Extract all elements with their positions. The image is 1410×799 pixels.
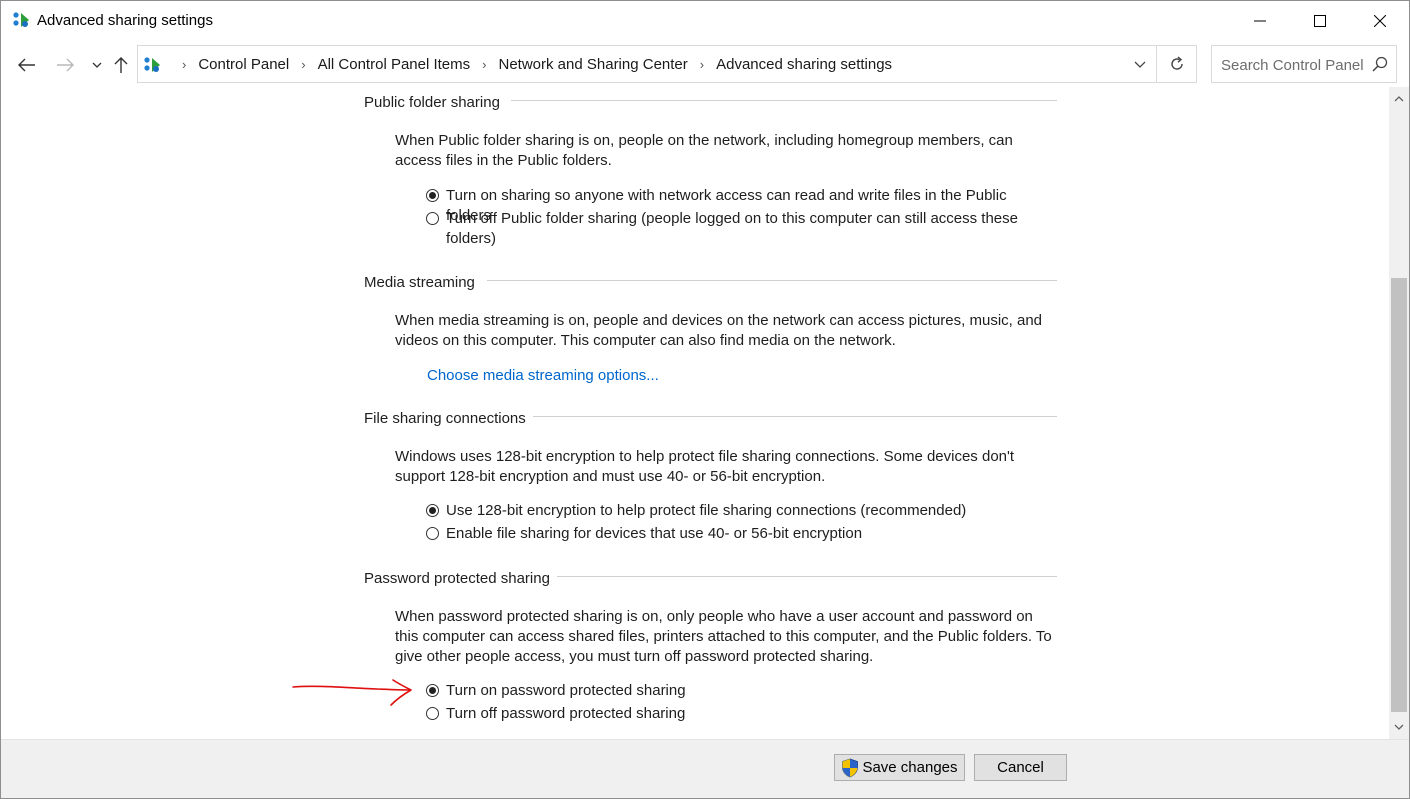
file-sharing-description: Windows uses 128-bit encryption to help …: [395, 448, 1015, 485]
scrollbar-thumb[interactable]: [1391, 278, 1407, 712]
network-icon: [13, 12, 29, 27]
radio-button-checked[interactable]: [426, 684, 439, 697]
cancel-button[interactable]: Cancel: [974, 754, 1067, 781]
radio-label[interactable]: Turn on password protected sharing: [446, 681, 1051, 701]
chevron-right-icon[interactable]: ›: [482, 57, 486, 72]
cancel-label: Cancel: [997, 759, 1044, 776]
search-icon[interactable]: [1372, 56, 1388, 72]
shield-icon: [842, 758, 859, 777]
back-arrow-icon: [18, 58, 35, 72]
section-heading-file-sharing: File sharing connections: [364, 410, 526, 427]
radio-password-sharing-on[interactable]: Turn on password protected sharing: [426, 681, 1051, 701]
close-icon: [1374, 15, 1386, 27]
up-arrow-icon: [114, 57, 128, 73]
radio-128-bit-encryption[interactable]: Use 128-bit encryption to help protect f…: [426, 501, 1051, 521]
radio-label[interactable]: Use 128-bit encryption to help protect f…: [446, 501, 1051, 521]
back-button[interactable]: [15, 53, 39, 77]
breadcrumb-all-items[interactable]: All Control Panel Items: [318, 56, 471, 73]
maximize-icon: [1314, 15, 1326, 27]
radio-password-sharing-off[interactable]: Turn off password protected sharing: [426, 704, 1051, 724]
address-bar[interactable]: › Control Panel › All Control Panel Item…: [137, 45, 1197, 83]
radio-button-checked[interactable]: [426, 189, 439, 202]
section-divider: [533, 416, 1057, 417]
media-streaming-description: When media streaming is on, people and d…: [395, 312, 1043, 349]
window: Advanced sharing settings › Control Pane…: [0, 0, 1410, 799]
minimize-button[interactable]: [1237, 1, 1283, 41]
password-sharing-description: When password protected sharing is on, o…: [395, 608, 1052, 665]
forward-button[interactable]: [53, 53, 77, 77]
footer-bar: Save changes Cancel: [1, 739, 1409, 798]
refresh-icon: [1171, 56, 1183, 70]
chevron-right-icon[interactable]: ›: [301, 57, 305, 72]
recent-locations-button[interactable]: [85, 53, 109, 77]
forward-arrow-icon: [57, 58, 74, 72]
section-heading-media-streaming: Media streaming: [364, 274, 475, 291]
refresh-button[interactable]: [1156, 46, 1197, 82]
maximize-button[interactable]: [1297, 1, 1343, 41]
section-divider: [511, 100, 1057, 101]
section-heading-public-folder: Public folder sharing: [364, 94, 500, 111]
breadcrumb-control-panel[interactable]: Control Panel: [198, 56, 289, 73]
annotation-arrow-icon: [292, 679, 412, 706]
radio-40-56-bit-encryption[interactable]: Enable file sharing for devices that use…: [426, 524, 1051, 544]
section-heading-password-sharing: Password protected sharing: [364, 570, 550, 587]
save-changes-button[interactable]: Save changes: [834, 754, 965, 781]
address-dropdown-button[interactable]: [1124, 46, 1156, 82]
radio-public-folder-off[interactable]: Turn off Public folder sharing (people l…: [426, 209, 1051, 249]
section-divider: [487, 280, 1057, 281]
radio-label[interactable]: Enable file sharing for devices that use…: [446, 524, 1051, 544]
section-divider: [557, 576, 1057, 577]
search-box[interactable]: [1211, 45, 1397, 84]
settings-content: Public folder sharing When Public folder…: [1, 87, 1389, 739]
breadcrumb-advanced-sharing[interactable]: Advanced sharing settings: [716, 56, 892, 73]
title-bar: Advanced sharing settings: [1, 1, 1409, 41]
chevron-down-icon: [92, 62, 102, 68]
network-icon: [144, 57, 160, 72]
radio-button-checked[interactable]: [426, 504, 439, 517]
radio-label[interactable]: Turn off password protected sharing: [446, 704, 1051, 724]
up-button[interactable]: [109, 53, 133, 77]
chevron-up-icon: [1394, 96, 1404, 102]
chevron-down-icon: [1134, 61, 1146, 68]
close-button[interactable]: [1357, 1, 1403, 41]
radio-button[interactable]: [426, 527, 439, 540]
radio-button[interactable]: [426, 212, 439, 225]
breadcrumb: › Control Panel › All Control Panel Item…: [170, 46, 892, 82]
scroll-up-button[interactable]: [1389, 87, 1409, 111]
window-title: Advanced sharing settings: [37, 12, 213, 29]
breadcrumb-network-sharing-center[interactable]: Network and Sharing Center: [499, 56, 688, 73]
radio-button[interactable]: [426, 707, 439, 720]
chevron-right-icon[interactable]: ›: [182, 57, 186, 72]
save-changes-label: Save changes: [862, 759, 958, 776]
vertical-scrollbar[interactable]: [1389, 87, 1409, 739]
radio-label[interactable]: Turn off Public folder sharing (people l…: [446, 209, 1051, 249]
minimize-icon: [1254, 20, 1266, 22]
chevron-down-icon: [1394, 724, 1404, 730]
media-streaming-options-link[interactable]: Choose media streaming options...: [427, 367, 659, 384]
scroll-down-button[interactable]: [1389, 715, 1409, 739]
search-input[interactable]: [1212, 46, 1373, 84]
public-folder-description: When Public folder sharing is on, people…: [395, 132, 1013, 169]
chevron-right-icon[interactable]: ›: [700, 57, 704, 72]
